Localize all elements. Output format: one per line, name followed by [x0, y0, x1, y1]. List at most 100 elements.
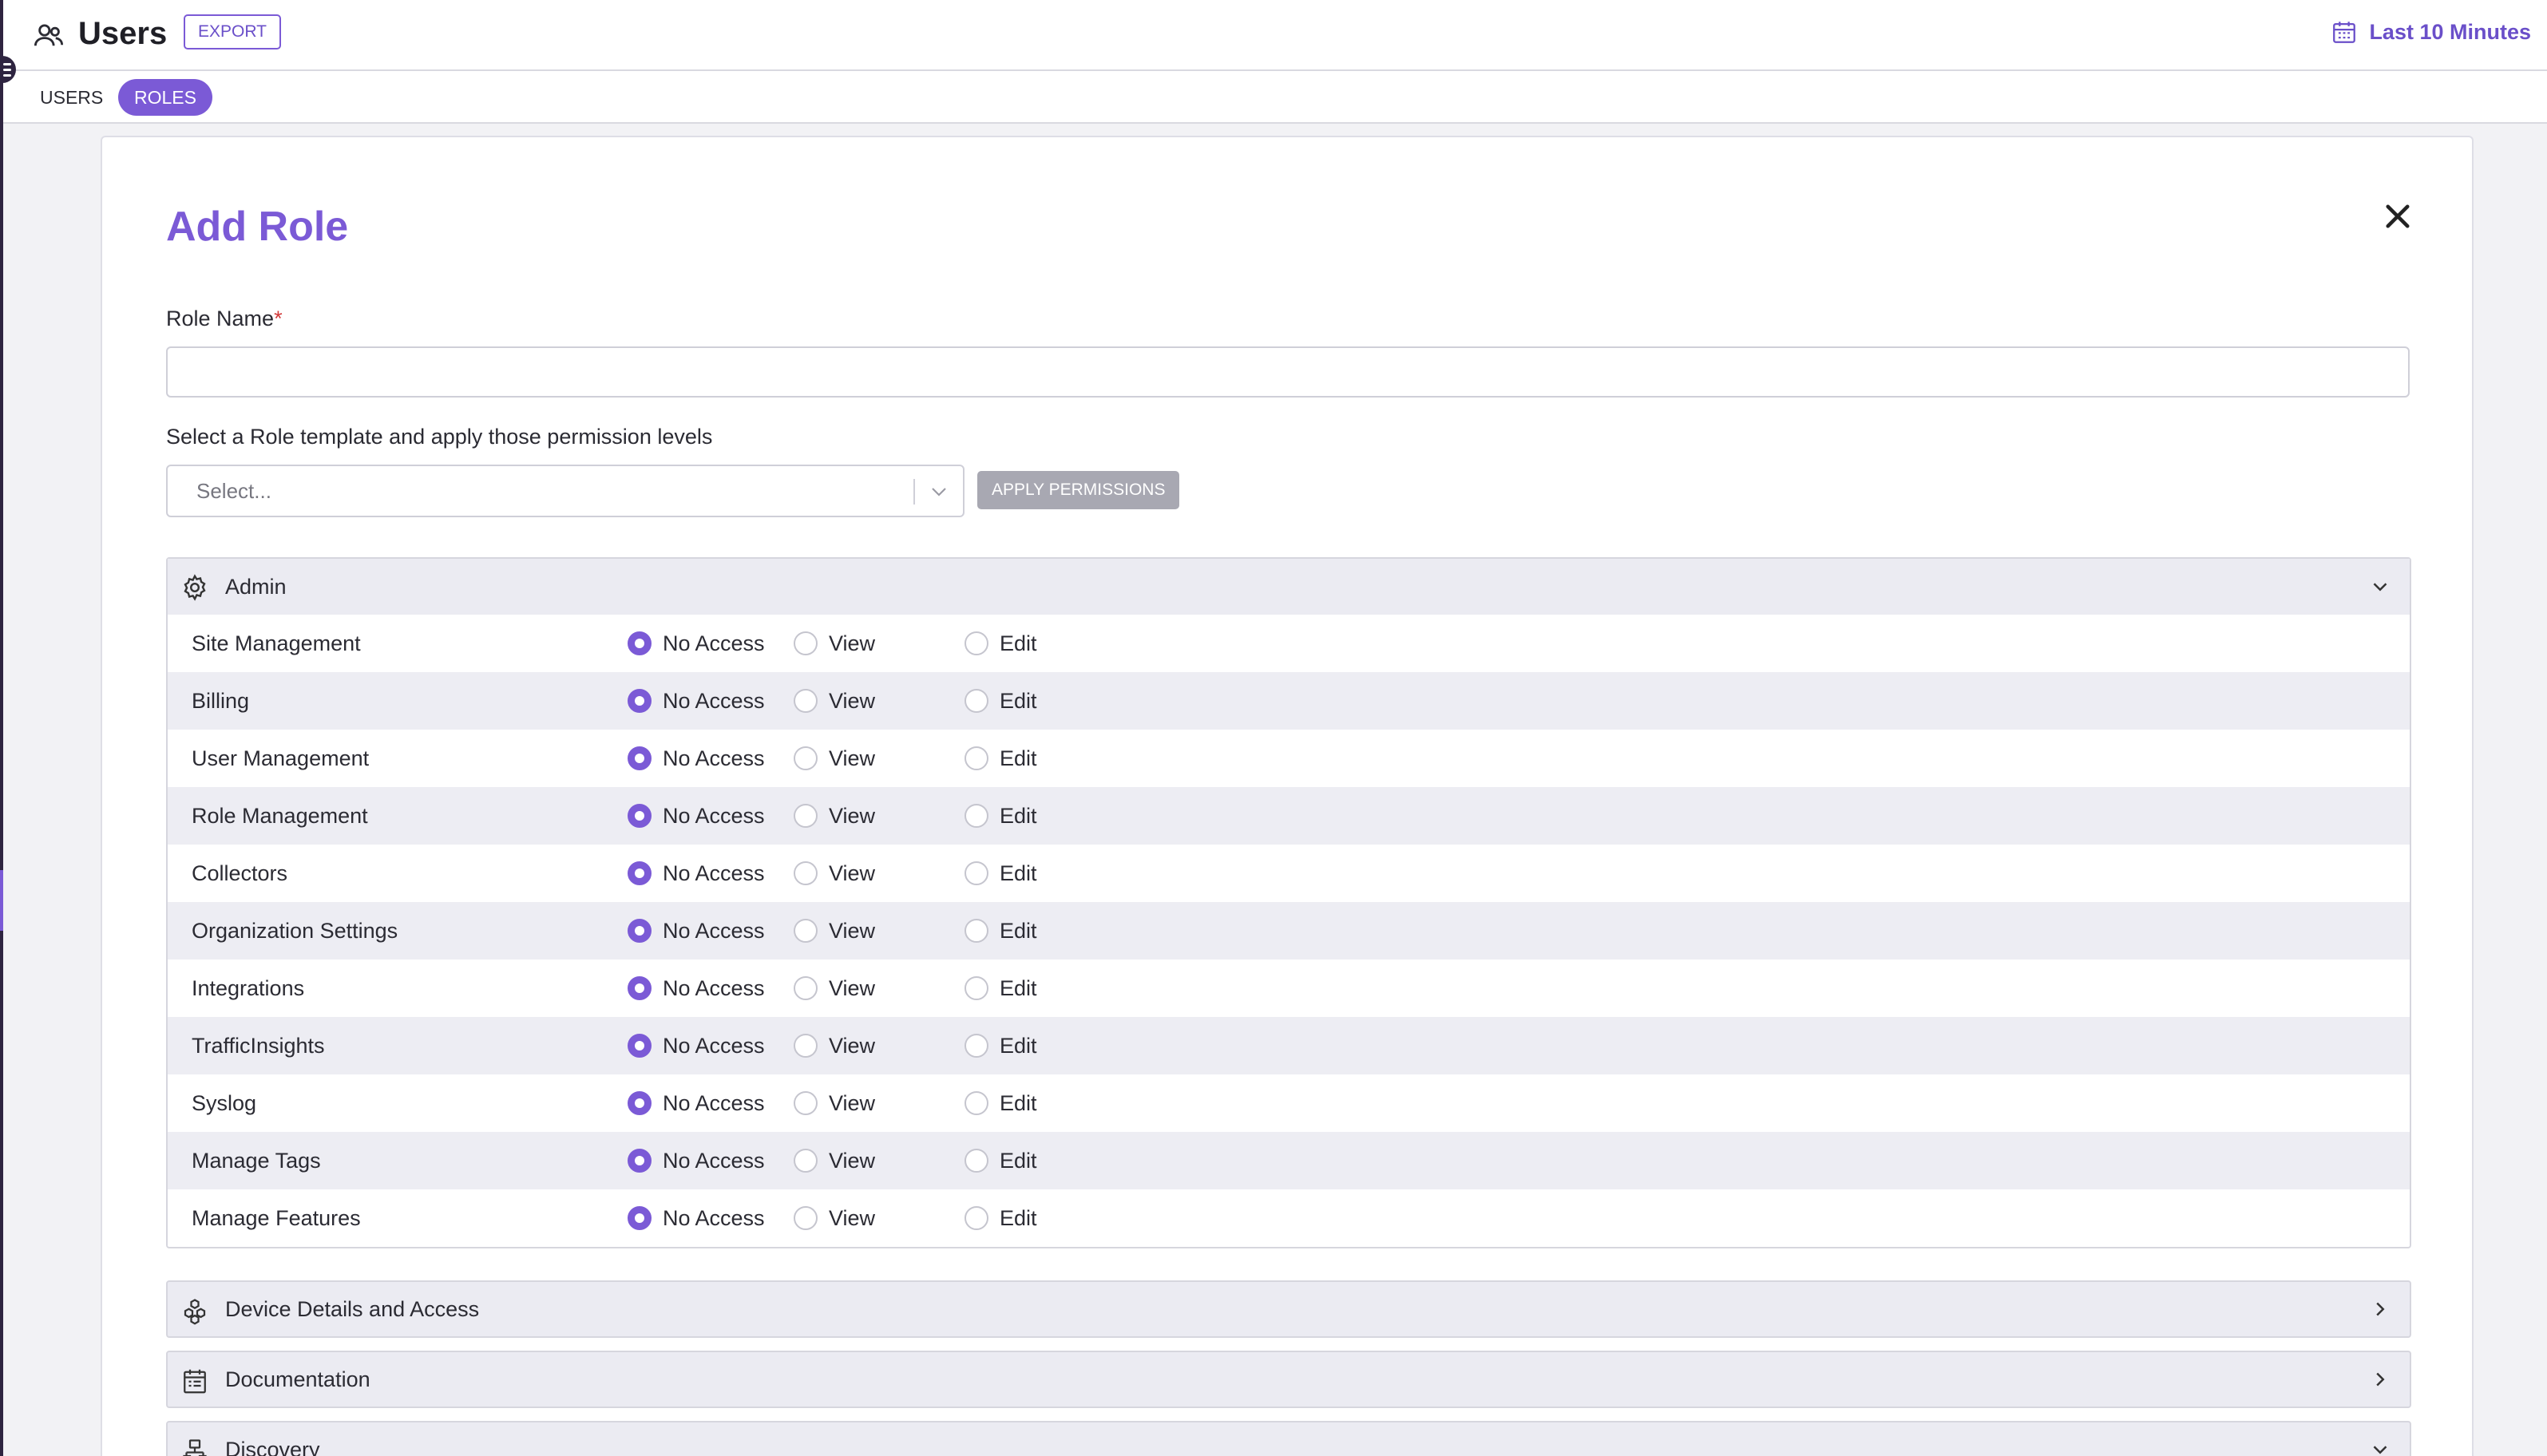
- radio-button[interactable]: [628, 1034, 652, 1058]
- chevron-down-icon[interactable]: [926, 479, 952, 504]
- radio-no-access[interactable]: No Access: [628, 918, 765, 944]
- radio-button[interactable]: [628, 631, 652, 655]
- radio-no-access[interactable]: No Access: [628, 803, 765, 829]
- radio-no-access[interactable]: No Access: [628, 861, 765, 886]
- radio-view[interactable]: View: [794, 1033, 875, 1058]
- radio-button[interactable]: [628, 861, 652, 885]
- radio-no-access[interactable]: No Access: [628, 1205, 765, 1231]
- radio-button[interactable]: [794, 631, 818, 655]
- radio-no-access[interactable]: No Access: [628, 1148, 765, 1173]
- radio-label: View: [829, 1205, 876, 1230]
- radio-view[interactable]: View: [794, 746, 875, 771]
- permission-row: User Management No Access View Edit: [168, 730, 2410, 787]
- radio-no-access[interactable]: No Access: [628, 688, 765, 714]
- radio-button[interactable]: [965, 1034, 988, 1058]
- radio-label: Edit: [1000, 1148, 1037, 1173]
- radio-no-access[interactable]: No Access: [628, 1033, 765, 1058]
- close-icon[interactable]: [2381, 200, 2414, 233]
- chevron-right-icon[interactable]: [2368, 1367, 2392, 1391]
- radio-label: No Access: [663, 975, 765, 1000]
- radio-no-access[interactable]: No Access: [628, 746, 765, 771]
- radio-view[interactable]: View: [794, 861, 875, 886]
- radio-edit[interactable]: Edit: [965, 1090, 1037, 1116]
- radio-button[interactable]: [794, 689, 818, 713]
- chevron-down-icon[interactable]: [2368, 575, 2392, 599]
- radio-edit[interactable]: Edit: [965, 975, 1037, 1001]
- radio-view[interactable]: View: [794, 631, 875, 656]
- radio-edit[interactable]: Edit: [965, 688, 1037, 714]
- radio-button[interactable]: [794, 976, 818, 1000]
- radio-button[interactable]: [628, 746, 652, 770]
- section-title: Discovery: [225, 1438, 320, 1456]
- radio-view[interactable]: View: [794, 688, 875, 714]
- radio-button[interactable]: [628, 1149, 652, 1173]
- radio-button[interactable]: [965, 631, 988, 655]
- role-name-input[interactable]: [166, 346, 2410, 398]
- radio-button[interactable]: [965, 919, 988, 943]
- radio-view[interactable]: View: [794, 803, 875, 829]
- role-template-select[interactable]: Select...: [166, 465, 965, 517]
- radio-label: Edit: [1000, 861, 1037, 885]
- radio-edit[interactable]: Edit: [965, 1033, 1037, 1058]
- tab-users[interactable]: USERS: [24, 79, 119, 116]
- section-admin-header[interactable]: Admin: [168, 559, 2410, 615]
- radio-no-access[interactable]: No Access: [628, 975, 765, 1001]
- radio-edit[interactable]: Edit: [965, 803, 1037, 829]
- radio-view[interactable]: View: [794, 918, 875, 944]
- chevron-right-icon[interactable]: [2368, 1297, 2392, 1321]
- radio-button[interactable]: [794, 861, 818, 885]
- radio-view[interactable]: View: [794, 1148, 875, 1173]
- modal-title: Add Role: [166, 204, 349, 250]
- radio-button[interactable]: [794, 1034, 818, 1058]
- radio-edit[interactable]: Edit: [965, 918, 1037, 944]
- radio-button[interactable]: [628, 976, 652, 1000]
- section-admin: Admin Site Management No Access View Edi…: [166, 557, 2411, 1248]
- radio-button[interactable]: [965, 1206, 988, 1230]
- radio-no-access[interactable]: No Access: [628, 1090, 765, 1116]
- radio-button[interactable]: [794, 919, 818, 943]
- radio-view[interactable]: View: [794, 975, 875, 1001]
- radio-label: No Access: [663, 1033, 765, 1058]
- radio-edit[interactable]: Edit: [965, 631, 1037, 656]
- radio-button[interactable]: [965, 1091, 988, 1115]
- radio-edit[interactable]: Edit: [965, 746, 1037, 771]
- radio-button[interactable]: [628, 689, 652, 713]
- radio-button[interactable]: [628, 919, 652, 943]
- radio-view[interactable]: View: [794, 1205, 875, 1231]
- radio-label: No Access: [663, 861, 765, 885]
- section-documentation[interactable]: Documentation: [166, 1351, 2411, 1408]
- radio-button[interactable]: [965, 976, 988, 1000]
- chevron-down-icon[interactable]: [2368, 1438, 2392, 1456]
- permission-row: Organization Settings No Access View Edi…: [168, 902, 2410, 959]
- radio-button[interactable]: [794, 804, 818, 828]
- radio-label: View: [829, 746, 876, 770]
- permission-name: User Management: [192, 746, 370, 770]
- radio-button[interactable]: [794, 1091, 818, 1115]
- permission-name: Billing: [192, 689, 250, 713]
- radio-edit[interactable]: Edit: [965, 1148, 1037, 1173]
- template-select-placeholder: Select...: [196, 479, 271, 503]
- radio-button[interactable]: [965, 804, 988, 828]
- radio-label: Edit: [1000, 1090, 1037, 1115]
- radio-view[interactable]: View: [794, 1090, 875, 1116]
- radio-edit[interactable]: Edit: [965, 861, 1037, 886]
- apply-permissions-button[interactable]: APPLY PERMISSIONS: [977, 471, 1180, 509]
- radio-button[interactable]: [794, 1149, 818, 1173]
- time-range-picker[interactable]: Last 10 Minutes: [2331, 14, 2531, 49]
- radio-button[interactable]: [794, 746, 818, 770]
- radio-button[interactable]: [628, 804, 652, 828]
- tab-roles[interactable]: ROLES: [118, 79, 212, 116]
- radio-button[interactable]: [965, 1149, 988, 1173]
- section-discovery[interactable]: Discovery: [166, 1421, 2411, 1456]
- radio-label: No Access: [663, 688, 765, 713]
- radio-button[interactable]: [628, 1091, 652, 1115]
- radio-button[interactable]: [965, 689, 988, 713]
- radio-button[interactable]: [628, 1206, 652, 1230]
- radio-button[interactable]: [965, 861, 988, 885]
- export-button[interactable]: EXPORT: [184, 14, 281, 49]
- radio-edit[interactable]: Edit: [965, 1205, 1037, 1231]
- section-device-details[interactable]: Device Details and Access: [166, 1280, 2411, 1338]
- radio-button[interactable]: [794, 1206, 818, 1230]
- radio-no-access[interactable]: No Access: [628, 631, 765, 656]
- radio-button[interactable]: [965, 746, 988, 770]
